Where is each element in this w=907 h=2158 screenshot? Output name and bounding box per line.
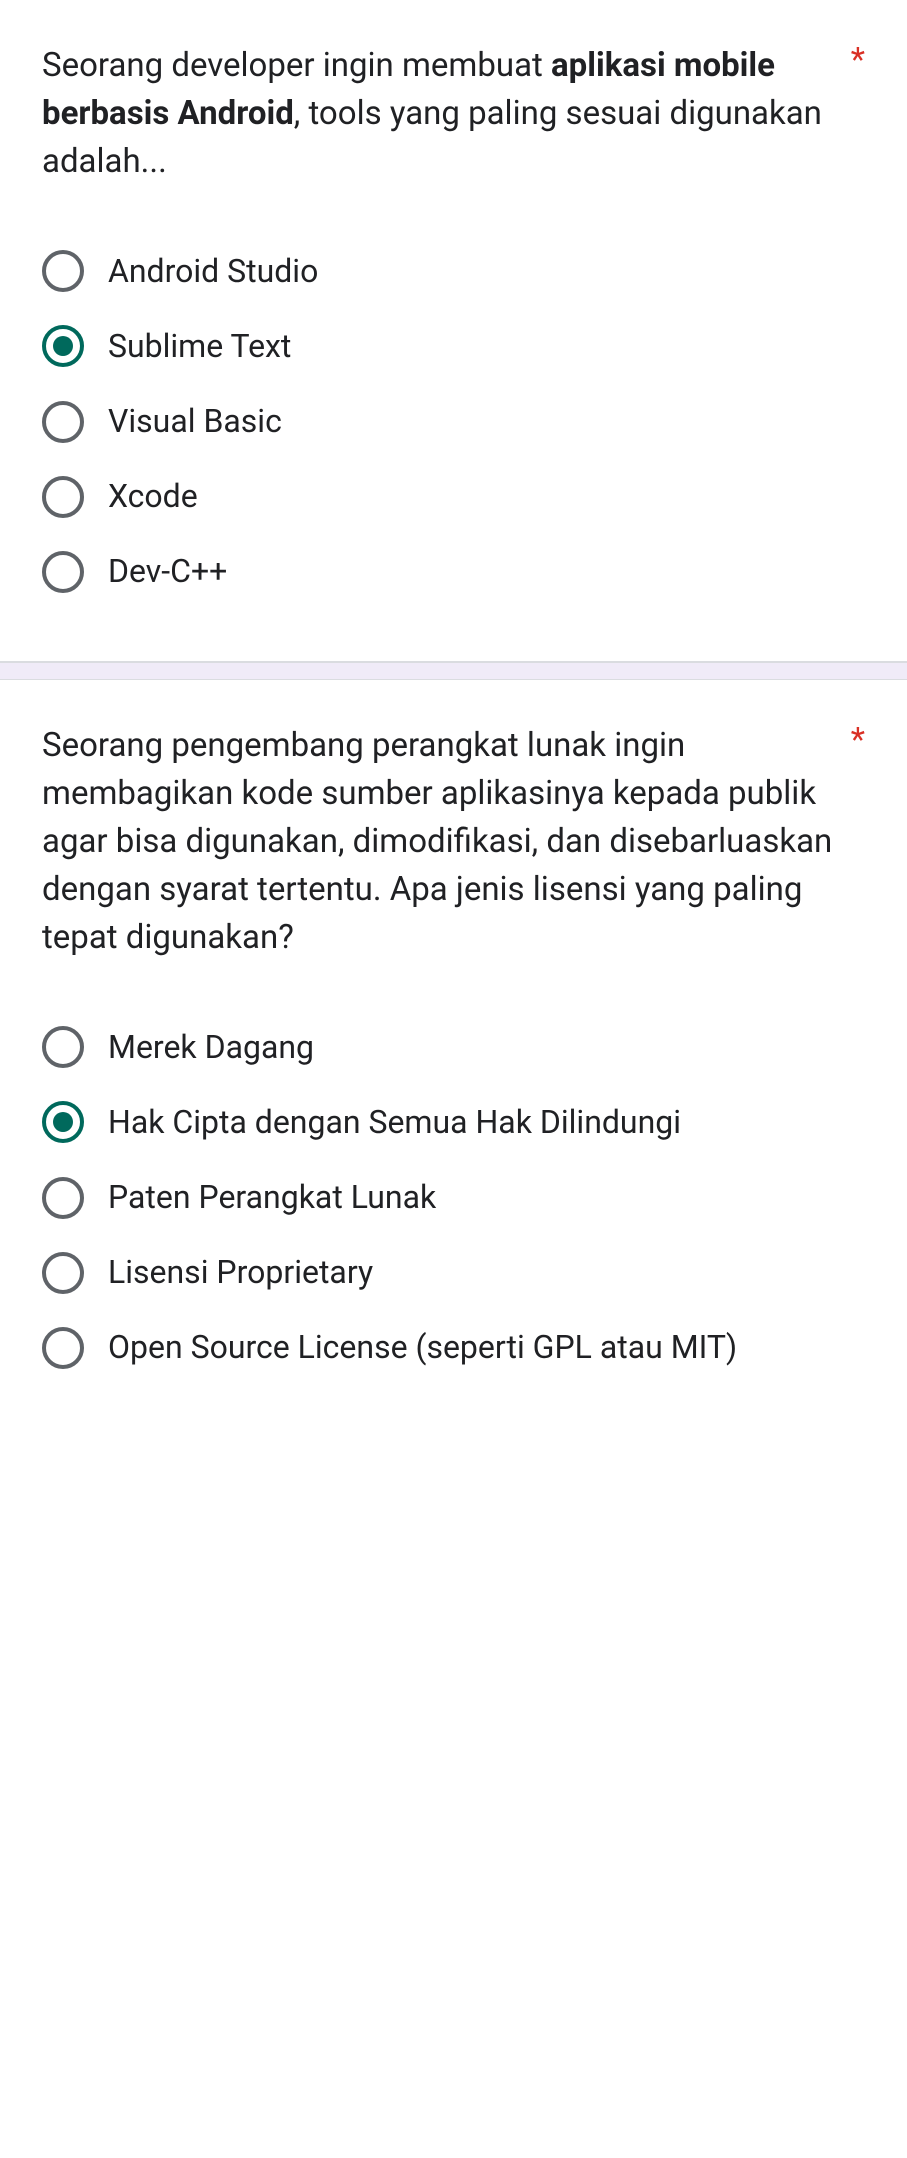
radio-option[interactable]: Paten Perangkat Lunak — [42, 1160, 865, 1235]
option-label: Merek Dagang — [108, 1026, 314, 1069]
required-asterisk: * — [851, 44, 865, 77]
question-text-pre: Seorang pengembang perangkat lunak ingin… — [42, 726, 832, 956]
radio-icon — [42, 1252, 84, 1294]
question-text: Seorang developer ingin membuat aplikasi… — [42, 42, 835, 186]
option-label: Sublime Text — [108, 325, 291, 368]
radio-option[interactable]: Open Source License (seperti GPL atau MI… — [42, 1310, 865, 1385]
options-group: Android Studio Sublime Text Visual Basic… — [42, 234, 865, 610]
question-header: Seorang developer ingin membuat aplikasi… — [42, 42, 865, 186]
option-label: Visual Basic — [108, 400, 282, 443]
radio-icon — [42, 476, 84, 518]
options-group: Merek Dagang Hak Cipta dengan Semua Hak … — [42, 1010, 865, 1386]
radio-icon — [42, 551, 84, 593]
radio-icon — [42, 325, 84, 367]
question-text-pre: Seorang developer ingin membuat — [42, 46, 551, 85]
question-card: Seorang developer ingin membuat aplikasi… — [0, 0, 907, 662]
card-spacer — [0, 662, 907, 680]
radio-option[interactable]: Visual Basic — [42, 384, 865, 459]
radio-icon — [42, 1177, 84, 1219]
question-text: Seorang pengembang perangkat lunak ingin… — [42, 722, 835, 961]
option-label: Lisensi Proprietary — [108, 1251, 373, 1294]
question-header: Seorang pengembang perangkat lunak ingin… — [42, 722, 865, 961]
radio-option[interactable]: Merek Dagang — [42, 1010, 865, 1085]
option-label: Hak Cipta dengan Semua Hak Dilindungi — [108, 1101, 681, 1144]
option-label: Dev-C++ — [108, 550, 227, 593]
option-label: Xcode — [108, 475, 198, 518]
radio-icon — [42, 1101, 84, 1143]
radio-icon — [42, 401, 84, 443]
radio-option[interactable]: Lisensi Proprietary — [42, 1235, 865, 1310]
radio-icon — [42, 1026, 84, 1068]
radio-icon — [42, 250, 84, 292]
radio-option[interactable]: Sublime Text — [42, 309, 865, 384]
radio-option[interactable]: Xcode — [42, 459, 865, 534]
option-label: Android Studio — [108, 250, 318, 293]
radio-option[interactable]: Android Studio — [42, 234, 865, 309]
radio-icon — [42, 1327, 84, 1369]
radio-option[interactable]: Hak Cipta dengan Semua Hak Dilindungi — [42, 1085, 865, 1160]
radio-option[interactable]: Dev-C++ — [42, 534, 865, 609]
question-card: Seorang pengembang perangkat lunak ingin… — [0, 680, 907, 1437]
option-label: Open Source License (seperti GPL atau MI… — [108, 1326, 737, 1369]
option-label: Paten Perangkat Lunak — [108, 1176, 436, 1219]
required-asterisk: * — [851, 724, 865, 757]
